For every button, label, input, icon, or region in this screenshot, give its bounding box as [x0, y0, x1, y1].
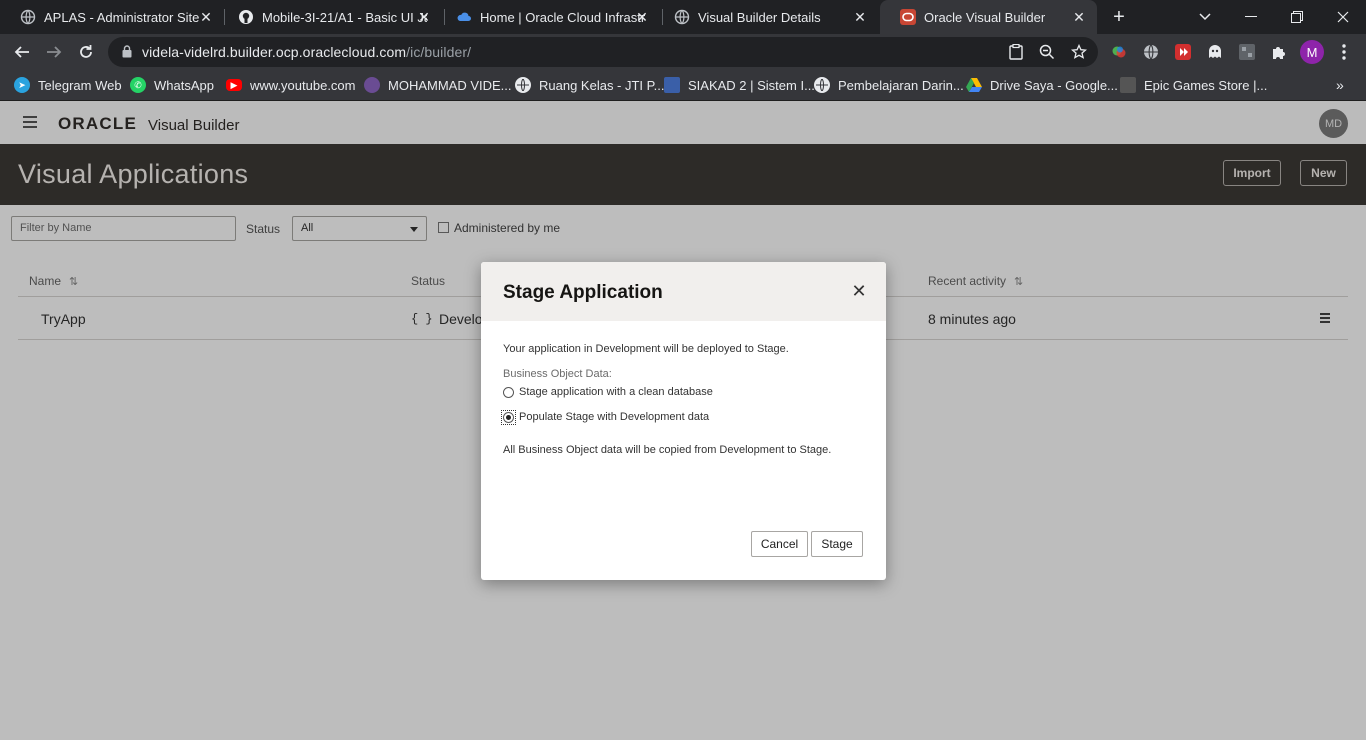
- bookmark-label: www.youtube.com: [250, 77, 356, 93]
- browser-tab[interactable]: Visual Builder Details ✕: [654, 0, 878, 34]
- radio-populate-data-label[interactable]: Populate Stage with Development data: [519, 411, 709, 423]
- close-icon[interactable]: ✕: [851, 282, 867, 300]
- whatsapp-icon: ✆: [130, 77, 146, 93]
- epic-games-icon: [1120, 77, 1136, 93]
- url-path: /ic/builder/: [406, 44, 472, 60]
- tab-title: APLAS - Administrator Site: [44, 9, 200, 25]
- globe-icon: [814, 77, 830, 93]
- profile-avatar[interactable]: M: [1300, 40, 1324, 64]
- youtube-icon: ▶: [226, 79, 242, 91]
- bookmark-item[interactable]: SIAKAD 2 | Sistem I...: [664, 76, 815, 94]
- url-host: videla-videlrd.builder.ocp.oraclecloud.c…: [142, 44, 407, 60]
- tab-title: Visual Builder Details: [698, 9, 821, 25]
- bookmark-label: MOHAMMAD VIDE...: [388, 77, 512, 93]
- globe-icon[interactable]: [1142, 43, 1160, 61]
- close-window-icon[interactable]: [1320, 0, 1366, 34]
- close-icon[interactable]: ✕: [198, 9, 214, 25]
- zoom-icon[interactable]: [1038, 43, 1056, 61]
- stage-application-dialog: Stage Application ✕ Your application in …: [481, 262, 886, 580]
- minimize-icon[interactable]: [1228, 0, 1274, 34]
- reload-icon[interactable]: [72, 38, 100, 66]
- bookmarks-bar: ➤ Telegram Web ✆ WhatsApp ▶ www.youtube.…: [0, 70, 1366, 101]
- bookmark-item[interactable]: ▶ www.youtube.com: [226, 76, 356, 94]
- radio-clean-database-label[interactable]: Stage application with a clean database: [519, 386, 713, 398]
- bookmark-label: WhatsApp: [154, 77, 214, 93]
- close-icon[interactable]: ✕: [416, 9, 432, 25]
- dialog-intro: Your application in Development will be …: [503, 343, 789, 355]
- siakad-icon: [664, 77, 680, 93]
- extension-grid-icon[interactable]: [1238, 43, 1256, 61]
- cancel-button[interactable]: Cancel: [751, 531, 808, 557]
- forward-arrow-icon[interactable]: [40, 38, 68, 66]
- browser-tab-strip: APLAS - Administrator Site ✕ Mobile-3I-2…: [0, 0, 1366, 34]
- bookmark-label: Ruang Kelas - JTI P...: [539, 77, 665, 93]
- url-text: videla-videlrd.builder.ocp.oraclecloud.c…: [142, 44, 471, 60]
- restore-icon[interactable]: [1274, 0, 1320, 34]
- bookmark-label: Telegram Web: [38, 77, 122, 93]
- browser-toolbar: videla-videlrd.builder.ocp.oraclecloud.c…: [0, 34, 1366, 70]
- browser-tab[interactable]: Home | Oracle Cloud Infrastru ✕: [436, 0, 660, 34]
- bookmark-item[interactable]: ✆ WhatsApp: [130, 76, 214, 94]
- close-icon[interactable]: ✕: [1071, 9, 1087, 25]
- dialog-title: Stage Application: [503, 282, 663, 303]
- cloud-icon: [456, 9, 472, 25]
- browser-tab[interactable]: APLAS - Administrator Site ✕: [0, 0, 224, 34]
- google-drive-icon: [966, 77, 982, 93]
- browser-tab-active[interactable]: Oracle Visual Builder ✕: [880, 0, 1097, 34]
- business-object-label: Business Object Data:: [503, 368, 612, 380]
- university-logo-icon: [364, 77, 380, 93]
- telegram-icon: ➤: [14, 77, 30, 93]
- bookmark-label: Drive Saya - Google...: [990, 77, 1118, 93]
- bookmark-item[interactable]: MOHAMMAD VIDE...: [364, 76, 512, 94]
- browser-tab[interactable]: Mobile-3I-21/A1 - Basic UI Ja ✕: [218, 0, 442, 34]
- stage-button[interactable]: Stage: [811, 531, 863, 557]
- close-icon[interactable]: ✕: [852, 9, 868, 25]
- star-icon[interactable]: [1070, 43, 1088, 61]
- bookmark-item[interactable]: ➤ Telegram Web: [14, 76, 122, 94]
- lock-icon[interactable]: [122, 45, 132, 63]
- bookmark-label: SIAKAD 2 | Sistem I...: [688, 77, 815, 93]
- ghost-extension-icon[interactable]: [1206, 43, 1224, 61]
- more-bookmarks-icon[interactable]: »: [1336, 76, 1344, 94]
- oracle-icon: [900, 9, 916, 25]
- address-bar[interactable]: videla-videlrd.builder.ocp.oraclecloud.c…: [108, 37, 1098, 67]
- extension-color-icon[interactable]: [1110, 43, 1128, 61]
- close-icon[interactable]: ✕: [634, 9, 650, 25]
- clipboard-icon[interactable]: [1007, 43, 1025, 61]
- radio-populate-data[interactable]: [503, 412, 514, 423]
- bookmark-label: Epic Games Store |...: [1144, 77, 1268, 93]
- globe-icon: [20, 9, 36, 25]
- bookmark-item[interactable]: Ruang Kelas - JTI P...: [515, 76, 665, 94]
- new-tab-icon[interactable]: +: [1096, 0, 1142, 34]
- dialog-note: All Business Object data will be copied …: [503, 444, 832, 456]
- chevron-down-icon[interactable]: [1182, 0, 1228, 34]
- tab-title: Oracle Visual Builder: [924, 9, 1046, 25]
- tab-title: Mobile-3I-21/A1 - Basic UI Ja: [262, 9, 427, 25]
- back-arrow-icon[interactable]: [8, 38, 36, 66]
- bookmark-item[interactable]: Drive Saya - Google...: [966, 76, 1118, 94]
- kebab-menu-icon[interactable]: [1335, 43, 1353, 61]
- dialog-header: Stage Application ✕: [481, 262, 886, 321]
- puzzle-icon[interactable]: [1270, 43, 1288, 61]
- radio-clean-database[interactable]: [503, 387, 514, 398]
- github-icon: [238, 9, 254, 25]
- globe-icon: [674, 9, 690, 25]
- tab-title: Home | Oracle Cloud Infrastru: [480, 9, 645, 25]
- bookmark-label: Pembelajaran Darin...: [838, 77, 964, 93]
- bookmark-item[interactable]: Pembelajaran Darin...: [814, 76, 964, 94]
- media-extension-icon[interactable]: [1174, 43, 1192, 61]
- bookmark-item[interactable]: Epic Games Store |...: [1120, 76, 1267, 94]
- globe-icon: [515, 77, 531, 93]
